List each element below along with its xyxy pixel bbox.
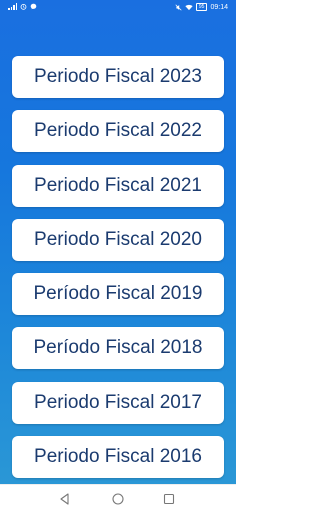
- alarm-icon: [20, 3, 27, 10]
- signal-icon: [8, 3, 17, 10]
- navigation-bar: [0, 484, 236, 513]
- mute-icon: [175, 3, 182, 11]
- fiscal-period-list: Periodo Fiscal 2023 Periodo Fiscal 2022 …: [12, 56, 224, 490]
- status-bar: 95 09:14: [0, 0, 236, 16]
- fiscal-period-button[interactable]: Periodo Fiscal 2023: [12, 56, 224, 98]
- app-screen: 95 09:14 Periodo Fiscal 2023 Periodo Fis…: [0, 0, 236, 484]
- battery-icon: 95: [195, 3, 208, 11]
- recents-icon[interactable]: [162, 492, 176, 506]
- fiscal-period-button[interactable]: Periodo Fiscal 2017: [12, 381, 224, 424]
- home-icon[interactable]: [111, 492, 125, 506]
- fiscal-period-button[interactable]: Periodo Fiscal 2020: [12, 218, 224, 261]
- fiscal-period-button[interactable]: Periodo Fiscal 2016: [12, 436, 224, 479]
- fiscal-period-button[interactable]: Periodo Fiscal 2021: [12, 164, 224, 207]
- wifi-icon: [185, 4, 193, 10]
- status-time: 09:14: [210, 3, 228, 11]
- messenger-icon: [30, 3, 37, 10]
- fiscal-period-button[interactable]: Periodo Fiscal 2022: [12, 110, 224, 153]
- fiscal-period-button[interactable]: Período Fiscal 2018: [12, 327, 224, 370]
- status-bar-left: [8, 3, 37, 10]
- status-bar-right: 95 09:14: [175, 3, 228, 11]
- back-icon[interactable]: [58, 492, 72, 506]
- fiscal-period-button[interactable]: Período Fiscal 2019: [12, 273, 224, 316]
